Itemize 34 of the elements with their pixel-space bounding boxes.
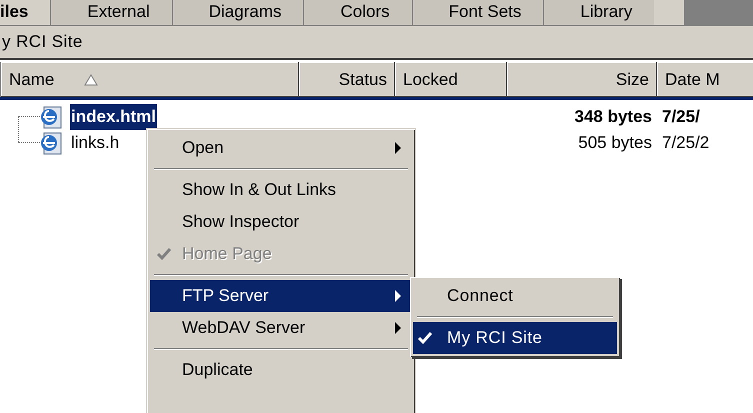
submenu-arrow-icon <box>394 289 402 303</box>
column-header[interactable]: Locked <box>395 62 507 97</box>
file-date: 7/25/2 <box>661 132 710 154</box>
web-page-icon <box>38 130 64 156</box>
file-size: 505 bytes <box>577 132 652 154</box>
column-header[interactable]: Status <box>299 62 395 97</box>
checkmark-icon <box>417 331 433 345</box>
menu-item[interactable]: Open <box>150 132 412 164</box>
web-page-icon <box>38 104 64 130</box>
submenu-arrow-icon <box>394 141 402 155</box>
menu-item[interactable]: FTP Server <box>150 280 412 312</box>
path-bar: y RCI Site <box>0 26 753 60</box>
tab[interactable]: Colors <box>303 0 412 25</box>
tab[interactable]: Font Sets <box>412 0 544 25</box>
tab[interactable]: Library <box>543 0 654 25</box>
file-name[interactable]: index.html <box>70 104 158 130</box>
menu-item[interactable]: Duplicate <box>150 354 412 386</box>
sort-ascending-icon <box>84 74 98 86</box>
tab[interactable]: iles <box>0 0 50 25</box>
menu-item[interactable]: Connect <box>413 280 617 312</box>
tab[interactable]: External <box>50 0 172 25</box>
column-header[interactable]: Size <box>507 62 657 97</box>
menu-item[interactable]: My RCI Site <box>413 322 617 354</box>
file-size: 348 bytes <box>574 106 652 128</box>
submenu-arrow-icon <box>394 321 402 335</box>
checkmark-icon <box>156 247 172 261</box>
file-date: 7/25/ <box>661 106 700 128</box>
menu-item[interactable]: Show In & Out Links <box>150 174 412 206</box>
column-header[interactable]: Date M <box>657 62 753 97</box>
file-name[interactable]: links.h <box>70 130 120 156</box>
menu-item[interactable]: Show Inspector <box>150 206 412 238</box>
column-header[interactable]: Name <box>1 62 299 97</box>
menu-item[interactable]: WebDAV Server <box>150 312 412 344</box>
tab[interactable]: Diagrams <box>172 0 304 25</box>
